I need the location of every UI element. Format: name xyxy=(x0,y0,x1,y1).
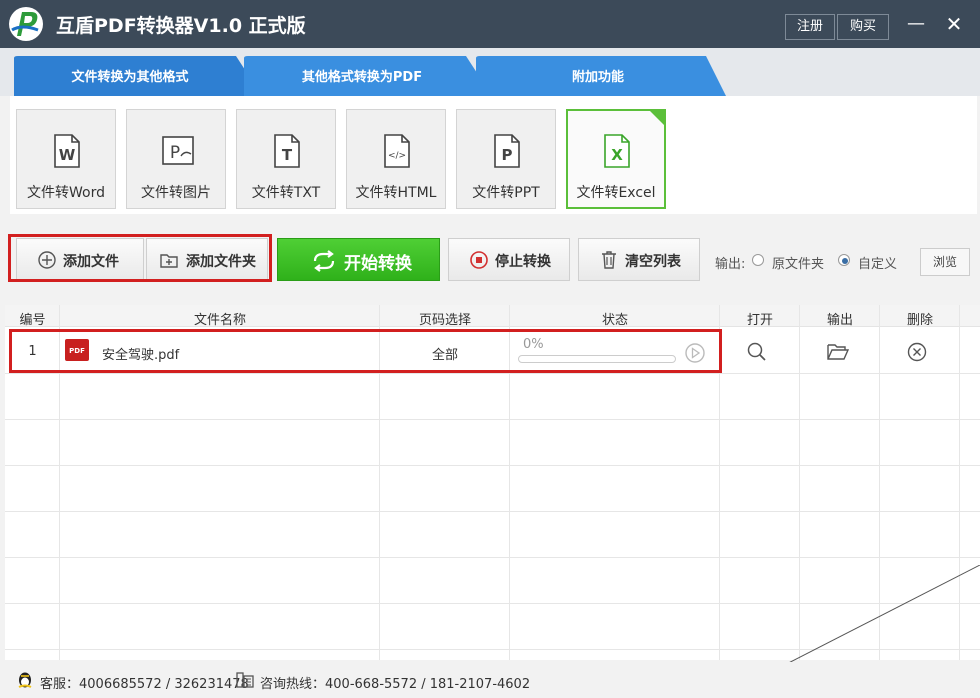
buy-button[interactable]: 购买 xyxy=(837,14,889,40)
excel-file-icon: X xyxy=(604,134,630,168)
tab-other-to-pdf[interactable]: 其他格式转换为PDF xyxy=(246,66,478,85)
output-source-radio[interactable] xyxy=(752,254,764,266)
output-custom-label: 自定义 xyxy=(858,257,898,272)
header-page-select: 页码选择 xyxy=(418,313,471,328)
svg-text:P: P xyxy=(502,146,513,164)
header-index: 编号 xyxy=(19,313,46,328)
convert-to-html-button[interactable]: </> 文件转HTML xyxy=(346,109,446,209)
convert-to-txt-button[interactable]: T 文件转TXT xyxy=(236,109,336,209)
browse-button[interactable]: 浏览 xyxy=(920,248,970,276)
row-divider xyxy=(5,465,980,466)
convert-to-image-button[interactable]: P 文件转图片 xyxy=(126,109,226,209)
word-file-icon: W xyxy=(54,134,80,168)
output-label: 输出: xyxy=(715,257,746,272)
convert-to-excel-button[interactable]: X 文件转Excel xyxy=(566,109,666,209)
svg-text:T: T xyxy=(282,146,293,164)
convert-to-word-button[interactable]: W 文件转Word xyxy=(16,109,116,209)
row-divider xyxy=(5,511,980,512)
tab-file-to-other[interactable]: 文件转换为其他格式 xyxy=(14,66,246,85)
tab-extra-functions[interactable]: 附加功能 xyxy=(480,66,716,85)
refresh-icon xyxy=(313,250,335,272)
output-custom-radio[interactable] xyxy=(838,254,850,266)
app-logo-icon xyxy=(8,6,44,42)
header-delete: 删除 xyxy=(906,313,933,328)
row-divider xyxy=(5,373,980,374)
svg-text:X: X xyxy=(611,146,623,164)
stop-convert-button[interactable]: 停止转换 xyxy=(448,238,570,281)
svg-text:P: P xyxy=(170,143,180,163)
app-title: 互盾PDF转换器V1.0 正式版 xyxy=(56,15,306,37)
folder-open-icon[interactable] xyxy=(826,341,850,363)
convert-label: 文件转Excel xyxy=(576,185,656,201)
phone-icon xyxy=(236,671,254,689)
header-output: 输出 xyxy=(826,313,853,328)
stop-icon xyxy=(470,251,488,269)
convert-label: 文件转TXT xyxy=(251,185,321,201)
selected-corner-marker xyxy=(649,110,665,126)
register-button[interactable]: 注册 xyxy=(785,14,835,40)
convert-label: 文件转Word xyxy=(27,185,105,201)
ppt-file-icon: P xyxy=(494,134,520,168)
highlight-frame xyxy=(8,234,272,282)
clear-list-label: 清空列表 xyxy=(625,254,681,270)
hotline-contact: 咨询热线：400-668-5572 / 181-2107-4602 xyxy=(260,677,531,692)
convert-to-ppt-button[interactable]: P 文件转PPT xyxy=(456,109,556,209)
highlight-frame xyxy=(9,329,722,373)
svg-text:W: W xyxy=(59,146,76,164)
header-file-name: 文件名称 xyxy=(193,313,246,328)
svg-text:</>: </> xyxy=(388,151,406,161)
header-open: 打开 xyxy=(746,313,773,328)
minimize-button[interactable]: — xyxy=(903,12,929,38)
txt-file-icon: T xyxy=(274,134,300,168)
start-convert-button[interactable]: 开始转换 xyxy=(277,238,440,281)
search-icon[interactable] xyxy=(746,341,768,363)
close-button[interactable]: ✕ xyxy=(941,12,967,38)
image-file-icon: P xyxy=(162,136,194,165)
output-source-label: 原文件夹 xyxy=(772,257,825,272)
clear-list-button[interactable]: 清空列表 xyxy=(578,238,700,281)
convert-label: 文件转图片 xyxy=(141,185,211,201)
qq-penguin-icon xyxy=(16,671,34,689)
start-convert-label: 开始转换 xyxy=(344,254,412,274)
html-file-icon: </> xyxy=(384,134,410,168)
service-contact: 客服：4006685572 / 326231478 xyxy=(40,677,249,692)
convert-label: 文件转PPT xyxy=(472,185,540,201)
row-divider xyxy=(5,557,980,558)
row-divider xyxy=(5,419,980,420)
convert-label: 文件转HTML xyxy=(355,185,437,201)
stop-convert-label: 停止转换 xyxy=(495,254,551,270)
trash-icon xyxy=(602,251,616,269)
delete-icon[interactable] xyxy=(906,341,928,363)
header-status: 状态 xyxy=(601,313,628,328)
